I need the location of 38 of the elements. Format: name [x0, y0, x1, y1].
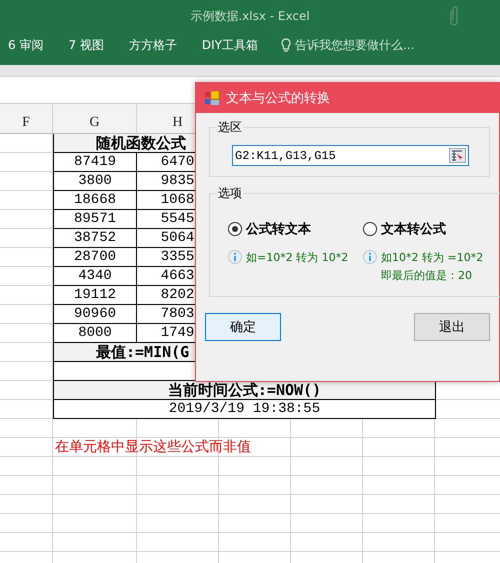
- ribbon-tab[interactable]: 方方格子: [128, 36, 177, 54]
- table-cell: 3800: [53, 172, 137, 191]
- dialog-button[interactable]: 退出: [414, 313, 490, 341]
- range-picker-icon[interactable]: [449, 148, 466, 163]
- radio-option[interactable]: 文本转公式: [363, 220, 498, 238]
- ribbon-tab[interactable]: 6 审阅: [8, 36, 44, 54]
- table-cell: 90960: [53, 305, 137, 324]
- table-cell: 89571: [53, 210, 137, 229]
- lightbulb-icon: [281, 38, 292, 52]
- table-cell: 4340: [53, 267, 137, 286]
- dialog-button[interactable]: 确定: [205, 313, 281, 341]
- table-cell: 18668: [53, 191, 137, 210]
- hint-text: 如=10*2 转为 10*2: [246, 250, 348, 265]
- date-cell: 2019/3/19 19:38:55: [53, 400, 436, 419]
- radio-option[interactable]: 公式转文本: [228, 220, 363, 238]
- paperclip-icon[interactable]: [448, 5, 460, 27]
- group-label: 选项: [217, 185, 243, 202]
- now-formula-cell: 当前时间公式:=NOW(): [53, 381, 436, 400]
- range-field[interactable]: G2:K11,G13,G15: [232, 145, 469, 166]
- window-title: 示例数据.xlsx - Excel: [190, 8, 310, 24]
- column-header[interactable]: F: [0, 104, 53, 133]
- table-cell: 8000: [53, 324, 137, 343]
- table-cell: 38752: [53, 229, 137, 248]
- hint-text: 如10*2 转为 =10*2: [381, 250, 484, 265]
- group-label: 选区: [217, 119, 243, 136]
- tell-me-field[interactable]: 告诉我您想要做什么...: [295, 38, 446, 52]
- ribbon-tab[interactable]: DIY工具箱: [202, 36, 258, 54]
- note-text: 在单元格中显示这些公式而非值: [55, 438, 251, 457]
- hint-text: 即最后的值是：20: [381, 268, 473, 283]
- info-icon: [228, 250, 242, 264]
- app-icon: [204, 90, 220, 106]
- info-icon: [363, 250, 377, 264]
- column-header[interactable]: G: [53, 104, 137, 133]
- table-cell: 19112: [53, 286, 137, 305]
- table-cell: 28700: [53, 248, 137, 267]
- ribbon-tab[interactable]: 7 视图: [68, 36, 104, 54]
- table-cell: 87419: [53, 153, 137, 172]
- dialog-title: 文本与公式的转换: [226, 90, 330, 107]
